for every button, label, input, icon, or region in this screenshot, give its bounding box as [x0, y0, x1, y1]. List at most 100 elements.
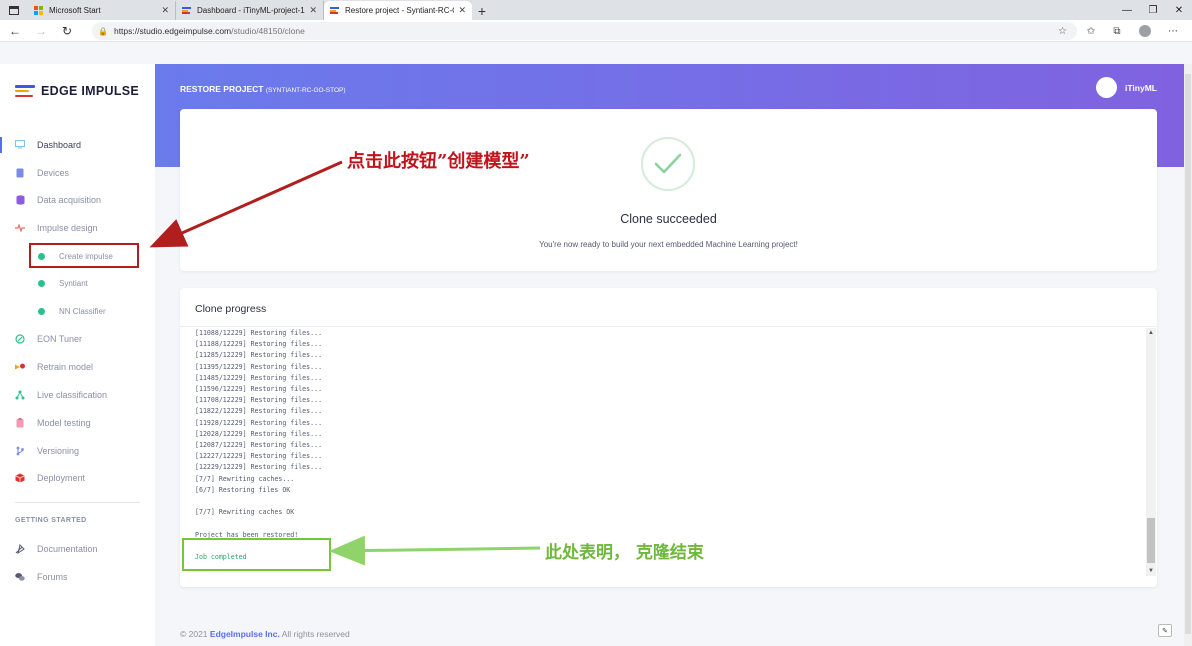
sidebar-item-eon-tuner[interactable]: EON Tuner — [0, 326, 155, 354]
log-line: [12087/12229] Restoring files... — [195, 441, 323, 450]
device-icon — [15, 168, 25, 178]
logo-text: EDGE IMPULSE — [41, 84, 140, 98]
favorites-icon[interactable]: ✩ — [1080, 20, 1102, 42]
page-scrollbar[interactable] — [1184, 64, 1192, 646]
sidebar-item-documentation[interactable]: Documentation — [0, 535, 155, 563]
restore-icon[interactable]: ❐ — [1140, 0, 1166, 20]
log-line: [11088/12229] Restoring files... — [195, 329, 323, 337]
status-dot — [38, 308, 45, 316]
browser-tab-2[interactable]: Restore project - Syntiant-RC-Go- ✕ — [324, 1, 472, 20]
footer-rights: All rights reserved — [279, 629, 350, 639]
sidebar-subitem-syntiant[interactable]: Syntiant — [0, 270, 155, 298]
edge-impulse-logo[interactable]: EDGE IMPULSE — [15, 84, 139, 98]
log-line: [7/7] Rewriting caches... — [195, 474, 295, 483]
log-line: [6/7] Restoring files OK — [195, 485, 291, 494]
footer-company-link[interactable]: EdgeImpulse Inc. — [210, 629, 280, 639]
profile-avatar[interactable] — [1134, 20, 1156, 42]
sidebar-item-label: Forums — [37, 571, 68, 582]
log-scrollbar[interactable]: ▲ ▼ — [1146, 328, 1156, 576]
log-line: [12028/12229] Restoring files... — [195, 429, 323, 438]
feedback-icon[interactable]: ✎ — [1158, 624, 1172, 637]
tab-title: Restore project - Syntiant-RC-Go- — [345, 6, 455, 15]
browser-tab-0[interactable]: Microsoft Start ✕ — [28, 1, 176, 20]
browser-tab-1[interactable]: Dashboard - iTinyML-project-1 - ✕ — [176, 1, 324, 20]
footer: © 2021 EdgeImpulse Inc. All rights reser… — [180, 629, 350, 639]
sidebar-subitem-label: NN Classifier — [59, 307, 106, 317]
close-icon[interactable]: ✕ — [458, 5, 466, 16]
close-window-icon[interactable]: ✕ — [1166, 0, 1192, 20]
monitor-icon — [15, 140, 25, 150]
log-line: [11485/12229] Restoring files... — [195, 373, 323, 382]
user-menu[interactable]: iTinyML — [1096, 77, 1157, 98]
log-line: [11395/12229] Restoring files... — [195, 362, 323, 371]
collections-icon[interactable]: ⧉ — [1106, 20, 1128, 42]
sidebar-item-label: Impulse design — [37, 223, 98, 234]
lock-icon[interactable]: 🔒 — [98, 27, 108, 36]
user-name: iTinyML — [1125, 82, 1157, 93]
branch-icon — [15, 446, 25, 456]
clone-success-card: Clone succeeded You're now ready to buil… — [180, 109, 1157, 271]
getting-started-nav: Documentation Forums — [0, 535, 155, 591]
pulse-icon — [15, 223, 25, 233]
compass-icon — [15, 334, 25, 345]
close-icon[interactable]: ✕ — [309, 5, 317, 16]
log-line: [12227/12229] Restoring files... — [195, 452, 323, 461]
url-host: https://studio.edgeimpulse.com — [113, 26, 232, 36]
sidebar-item-label: Live classification — [37, 390, 108, 401]
minimize-icon[interactable]: — — [1114, 0, 1140, 20]
sidebar-item-deployment[interactable]: Deployment — [0, 465, 155, 493]
sidebar-subitem-label: Syntiant — [59, 279, 88, 289]
page-title: RESTORE PROJECT (SYNTIANT-RC-GO-STOP) — [180, 84, 346, 94]
sidebar-item-retrain-model[interactable]: Retrain model — [0, 353, 155, 381]
browser-tab-bar: Microsoft Start ✕ Dashboard - iTinyML-pr… — [0, 0, 1192, 20]
forward-icon[interactable]: → — [30, 20, 52, 42]
tab-actions-icon[interactable] — [0, 0, 28, 20]
retrain-icon — [15, 362, 25, 372]
sidebar-item-versioning[interactable]: Versioning — [0, 437, 155, 465]
new-tab-button[interactable]: + — [472, 1, 492, 20]
clipboard-icon — [15, 417, 25, 428]
database-icon — [15, 195, 25, 206]
tab-title: Microsoft Start — [49, 6, 101, 15]
edge-impulse-logo-icon — [330, 6, 339, 15]
success-check-icon — [641, 137, 695, 191]
page-title-text: RESTORE PROJECT — [180, 84, 264, 94]
scroll-up-icon[interactable]: ▲ — [1147, 329, 1155, 337]
log-line: [11596/12229] Restoring files... — [195, 385, 323, 394]
scroll-down-icon[interactable]: ▼ — [1147, 567, 1155, 575]
scrollbar-thumb[interactable] — [1147, 518, 1155, 563]
chat-icon — [15, 572, 25, 582]
refresh-icon[interactable]: ↻ — [56, 20, 78, 42]
log-line: [11708/12229] Restoring files... — [195, 396, 323, 405]
sidebar-item-label: Dashboard — [37, 139, 82, 150]
footer-copyright: © 2021 — [180, 629, 210, 639]
sidebar-subitem-nn-classifier[interactable]: NN Classifier — [0, 298, 155, 326]
sidebar-item-forums[interactable]: Forums — [0, 563, 155, 591]
favorite-star-icon[interactable]: ☆ — [1058, 26, 1067, 37]
log-line: [11188/12229] Restoring files... — [195, 340, 323, 349]
sidebar-item-dashboard[interactable]: Dashboard — [0, 131, 155, 159]
sidebar-item-impulse-design[interactable]: Impulse design — [0, 214, 155, 242]
sidebar-item-label: Versioning — [37, 445, 80, 456]
sidebar-item-live-classification[interactable]: Live classification — [0, 381, 155, 409]
window-controls: — ❐ ✕ — [1114, 0, 1192, 20]
more-menu-icon[interactable]: ⋯ — [1162, 20, 1184, 42]
sidebar-item-data-acquisition[interactable]: Data acquisition — [0, 187, 155, 215]
annotation-text-green: 此处表明， 克隆结束 — [545, 543, 704, 563]
annotation-highlight-create-impulse — [29, 243, 139, 268]
status-dot — [38, 280, 45, 288]
sidebar-item-model-testing[interactable]: Model testing — [0, 409, 155, 437]
log-line: [11822/12229] Restoring files... — [195, 407, 323, 416]
log-line: [11285/12229] Restoring files... — [195, 351, 323, 360]
sidebar-item-label: Documentation — [37, 543, 98, 554]
back-icon[interactable]: ← — [4, 20, 26, 42]
close-icon[interactable]: ✕ — [161, 5, 169, 16]
page-scrollbar-thumb[interactable] — [1185, 74, 1191, 634]
address-bar[interactable]: 🔒 https://studio.edgeimpulse.com/studio/… — [92, 22, 1077, 40]
sidebar-item-devices[interactable]: Devices — [0, 159, 155, 187]
clone-success-title: Clone succeeded — [620, 212, 717, 226]
sidebar-item-label: EON Tuner — [37, 334, 83, 345]
clone-success-message: You're now ready to build your next embe… — [539, 240, 798, 249]
